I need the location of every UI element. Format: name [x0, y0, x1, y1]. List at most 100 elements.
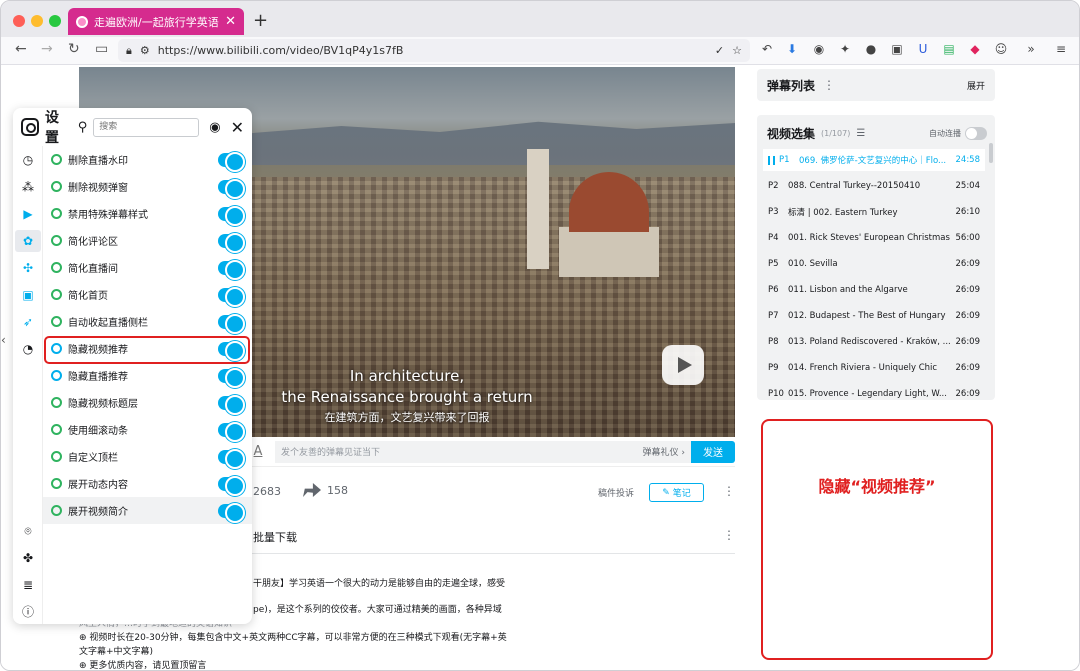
sliders-icon[interactable]: ≣: [20, 577, 36, 593]
episode-number: P3: [768, 207, 779, 217]
pocket-check-icon[interactable]: ✓: [715, 44, 724, 57]
settings-option[interactable]: 简化首页: [43, 281, 252, 308]
settings-search-input[interactable]: [93, 117, 200, 137]
settings-option[interactable]: 展开视频简介: [43, 497, 252, 524]
settings-option[interactable]: 自定义顶栏: [43, 443, 252, 470]
settings-option[interactable]: 隐藏视频标题层: [43, 389, 252, 416]
sidebar-toggle-icon[interactable]: ▭: [95, 41, 108, 57]
collect-count[interactable]: 2683: [253, 485, 281, 498]
episode-item[interactable]: P6 011. Lisbon and the Algarve 26:09: [763, 279, 985, 301]
reload-icon[interactable]: ↻: [68, 41, 80, 57]
camera-icon[interactable]: ◉: [811, 41, 827, 57]
danmu-input[interactable]: 发个友善的弹幕见证当下 弹幕礼仪 ›: [275, 440, 691, 463]
episode-item[interactable]: P7 012. Budapest - The Best of Hungary 26:…: [763, 305, 985, 327]
settings-option-toggle[interactable]: [218, 421, 245, 442]
settings-option[interactable]: 展开动态内容: [43, 470, 252, 497]
danmu-etiquette-link[interactable]: 弹幕礼仪 ›: [643, 445, 685, 458]
settings-option-toggle[interactable]: [218, 502, 245, 523]
settings-option[interactable]: 自动收起直播侧栏: [43, 308, 252, 335]
danmu-list-panel[interactable]: 弹幕列表 ⋮ 展开: [757, 69, 995, 101]
episode-item[interactable]: P3 标清 | 002. Eastern Turkey 26:10: [763, 201, 985, 223]
rocket-icon[interactable]: ➶: [20, 314, 36, 330]
note-button[interactable]: ✎ 笔记: [649, 483, 704, 502]
clock-icon[interactable]: ◷: [20, 152, 36, 168]
settings-option-toggle[interactable]: [218, 232, 245, 253]
settings-option-toggle[interactable]: [218, 205, 245, 226]
danmu-list-more-icon[interactable]: ⋮: [823, 78, 835, 92]
new-tab-button[interactable]: +: [253, 10, 268, 31]
episode-item[interactable]: P5 010. Sevilla 26:09: [763, 253, 985, 275]
settings-option[interactable]: 禁用特殊弹幕样式: [43, 200, 252, 227]
tab-close-icon[interactable]: ✕: [225, 14, 236, 29]
settings-option[interactable]: 隐藏直播推荐: [43, 362, 252, 389]
history-icon[interactable]: ◔: [20, 341, 36, 357]
settings-option[interactable]: 简化评论区: [43, 227, 252, 254]
autoplay-toggle[interactable]: [965, 126, 987, 140]
settings-option-label: 使用细滚动条: [68, 426, 128, 437]
episode-item[interactable]: P4 001. Rick Steves' European Christmas 56…: [763, 227, 985, 249]
video-play-icon[interactable]: ▶: [20, 206, 36, 222]
more-extensions-icon[interactable]: »: [1023, 41, 1039, 57]
minimize-window-button[interactable]: [31, 15, 43, 27]
eye-icon[interactable]: ◉: [209, 120, 220, 135]
face-extension-icon[interactable]: ☺: [993, 41, 1009, 57]
settings-option-toggle[interactable]: [218, 367, 245, 388]
page-content: In architecture, the Renaissance brought…: [1, 65, 1079, 670]
settings-option-toggle[interactable]: [218, 448, 245, 469]
address-bar[interactable]: 🔒︎ ⚙︎ https://www.bilibili.com/video/BV1…: [118, 39, 750, 62]
puzzle-icon[interactable]: ✤: [20, 550, 36, 566]
download-icon[interactable]: ⬇: [784, 41, 800, 57]
report-link[interactable]: 稿件投诉: [598, 486, 634, 499]
screenshot-icon[interactable]: ⌾: [20, 523, 36, 539]
settings-option-toggle[interactable]: [218, 394, 245, 415]
episode-item[interactable]: P8 013. Poland Rediscovered - Kraków, ...…: [763, 331, 985, 353]
settings-option[interactable]: 删除视频弹窗: [43, 173, 252, 200]
mask-extension-icon[interactable]: ▣: [889, 41, 905, 57]
circle-extension-icon[interactable]: ●: [863, 41, 879, 57]
close-window-button[interactable]: [13, 15, 25, 27]
episode-item[interactable]: P1 069. 佛罗伦萨-文艺复兴的中心｜Flo... 24:58: [763, 149, 985, 171]
danmu-list-expand[interactable]: 展开: [967, 79, 985, 92]
tv-icon[interactable]: ▣: [20, 287, 36, 303]
settings-option[interactable]: 使用细滚动条: [43, 416, 252, 443]
save-extension-icon[interactable]: ▤: [941, 41, 957, 57]
settings-option-toggle[interactable]: [218, 259, 245, 280]
forward-arrow-icon[interactable]: →: [41, 41, 53, 57]
send-danmu-button[interactable]: 发送: [691, 440, 735, 463]
share-count: 158: [327, 483, 348, 497]
share-button[interactable]: 158: [303, 483, 348, 497]
fan-icon[interactable]: ✣: [20, 260, 36, 276]
undo-icon[interactable]: ↶: [759, 41, 775, 57]
settings-option-label: 自定义顶栏: [68, 453, 118, 464]
settings-option-toggle[interactable]: [218, 313, 245, 334]
batch-more-icon[interactable]: ⋮: [723, 528, 735, 542]
list-view-icon[interactable]: ☰: [856, 128, 865, 139]
hamburger-menu-icon[interactable]: ≡: [1053, 41, 1069, 57]
episode-item[interactable]: P9 014. French Riviera - Uniquely Chic 26:…: [763, 357, 985, 379]
rocket-icon[interactable]: ✦: [837, 41, 853, 57]
settings-option-toggle[interactable]: [218, 286, 245, 307]
settings-option[interactable]: 删除直播水印: [43, 146, 252, 173]
settings-option[interactable]: 简化直播间: [43, 254, 252, 281]
back-arrow-icon[interactable]: ←: [15, 41, 27, 57]
settings-panel: 设置 ⚲ ◉ ✕ ◷ ⁂ ▶ ✿ ✣ ▣ ➶ ◔ ⌾ ✤ ≣ ⓘ 删除直播水印删…: [13, 108, 252, 624]
palette-icon[interactable]: ✿: [15, 230, 41, 252]
batch-download-label[interactable]: 批量下载: [253, 529, 297, 545]
permissions-icon[interactable]: ⚙︎: [140, 44, 150, 57]
browser-tab-active[interactable]: 走遍欧洲/一起旅行学英语(中英-CC ✕: [68, 8, 244, 35]
settings-option-toggle[interactable]: [218, 151, 245, 172]
settings-option-toggle[interactable]: [218, 178, 245, 199]
episode-scrollbar[interactable]: [989, 143, 993, 163]
pocket-icon[interactable]: ◆: [967, 41, 983, 57]
episode-item[interactable]: P10 015. Provence - Legendary Light, W...…: [763, 383, 985, 400]
play-button-icon[interactable]: [662, 345, 704, 385]
maximize-window-button[interactable]: [49, 15, 61, 27]
close-icon[interactable]: ✕: [231, 118, 244, 137]
episode-item[interactable]: P2 088. Central Turkey--20150410 25:04: [763, 175, 985, 197]
bookmark-star-icon[interactable]: ☆: [732, 44, 742, 57]
settings-option-toggle[interactable]: [218, 475, 245, 496]
more-actions-icon[interactable]: ⋮: [723, 484, 735, 498]
info-icon[interactable]: ⓘ: [20, 604, 36, 620]
u-extension-icon[interactable]: U: [915, 41, 931, 57]
shapes-icon[interactable]: ⁂: [20, 179, 36, 195]
